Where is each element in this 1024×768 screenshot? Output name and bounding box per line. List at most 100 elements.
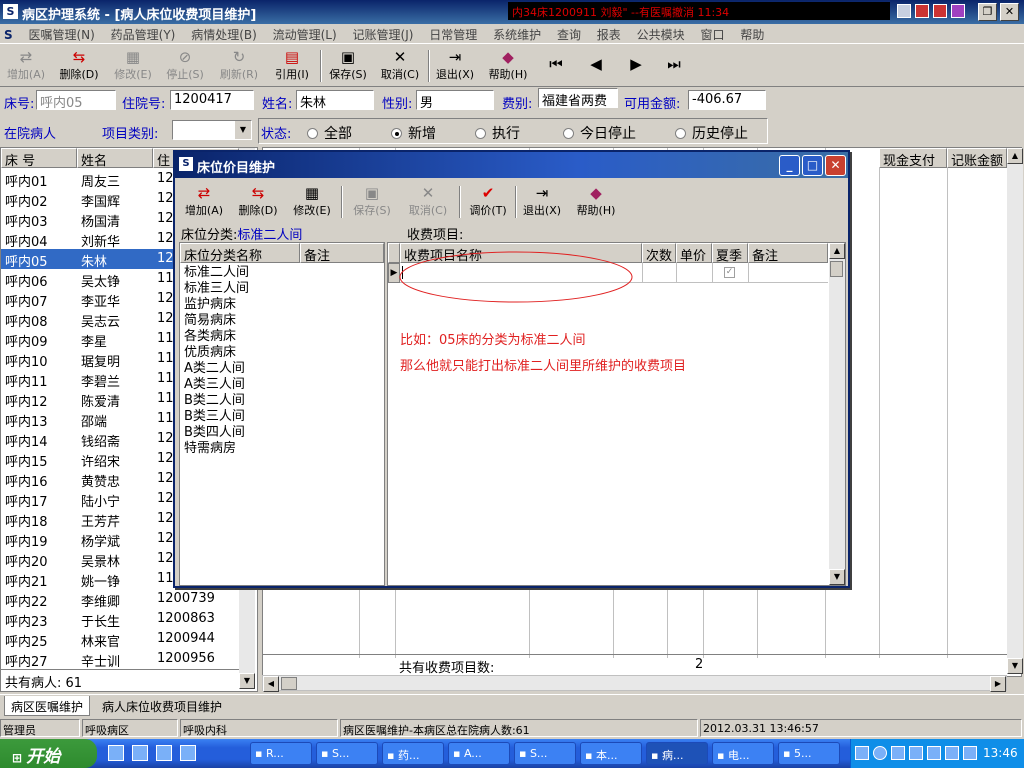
maximize-button[interactable]: □ (802, 155, 823, 176)
col-header-count[interactable]: 次数 (642, 243, 676, 263)
admission-field[interactable]: 1200417 (170, 90, 254, 110)
col-header-bed[interactable]: 床 号 (1, 148, 77, 168)
scroll-left-icon[interactable]: ◀ (263, 676, 279, 692)
col-header-cash[interactable]: 现金支付 (879, 148, 947, 168)
grid-hscrollbar[interactable]: ◀ ▶ (262, 675, 1007, 692)
bed-category-item[interactable]: 标准三人间 (184, 281, 249, 297)
dlg-price-button[interactable]: ✔ 调价(T) (465, 184, 511, 220)
tray-mail-icon[interactable] (891, 746, 905, 760)
menu-item[interactable]: 药品管理(Y) (105, 24, 182, 43)
radio-execute[interactable]: 执行 (475, 123, 520, 143)
grid-vscrollbar[interactable]: ▲ ▼ (1007, 148, 1023, 674)
bed-category-item[interactable]: A类二人间 (184, 361, 245, 377)
bed-category-item[interactable]: B类二人间 (184, 393, 245, 409)
help-button[interactable]: ◆ 帮助(H) (486, 48, 530, 84)
patient-row[interactable]: 呼内27 辛士训 1200956 (1, 649, 239, 670)
dlg-delete-button[interactable]: ⇆ 删除(D) (235, 184, 281, 220)
menu-item[interactable]: 病情处理(B) (185, 24, 263, 43)
dlg-help-button[interactable]: ◆ 帮助(H) (573, 184, 619, 220)
bed-category-item[interactable]: 各类病床 (184, 329, 236, 345)
bed-category-item[interactable]: 优质病床 (184, 345, 236, 361)
taskbar-task[interactable]: ▪ 电... (712, 742, 774, 765)
taskbar-task[interactable]: ▪ 本... (580, 742, 642, 765)
menu-item[interactable]: 帮助 (734, 24, 770, 43)
cite-button[interactable]: ▤ 引用(I) (270, 48, 314, 84)
scroll-down-icon[interactable]: ▼ (829, 569, 845, 585)
quicklaunch-icon[interactable] (132, 745, 148, 761)
menu-item[interactable]: 查询 (551, 24, 587, 43)
menu-item[interactable]: 窗口 (694, 24, 730, 43)
bed-category-item[interactable]: 简易病床 (184, 313, 236, 329)
quicklaunch-icon[interactable] (156, 745, 172, 761)
col-header-category[interactable]: 床位分类名称 (180, 243, 300, 263)
tray-mail-icon[interactable] (945, 746, 959, 760)
taskbar-task[interactable]: ▪ A... (448, 742, 510, 765)
radio-new[interactable]: 新增 (391, 123, 436, 143)
dlg-save-button[interactable]: ▣ 保存(S) (347, 184, 397, 220)
bed-category-item[interactable]: A类三人间 (184, 377, 245, 393)
bed-category-item[interactable]: 监护病床 (184, 297, 236, 313)
scroll-up-icon[interactable]: ▲ (1007, 148, 1023, 164)
col-header-price[interactable]: 单价 (676, 243, 712, 263)
radio-stopped-today[interactable]: 今日停止 (563, 123, 636, 143)
patient-row[interactable]: 呼内23 于长生 1200863 (1, 609, 239, 630)
alarm-icon[interactable] (933, 4, 947, 18)
hscroll-thumb[interactable] (281, 677, 297, 690)
prev-record-button[interactable]: ◀ (586, 55, 606, 91)
menu-item[interactable]: 流动管理(L) (267, 24, 343, 43)
tray-expand-icon[interactable] (873, 746, 887, 760)
close-alert-icon[interactable] (951, 4, 965, 18)
stop-icon[interactable] (915, 4, 929, 18)
tab-bed-fee-maintenance[interactable]: 病人床位收费项目维护 (96, 696, 228, 716)
exit-button[interactable]: ⇥ 退出(X) (432, 48, 478, 84)
stop-button[interactable]: ⊘ 停止(S) (162, 48, 208, 84)
balance-field[interactable]: -406.67 (688, 90, 766, 110)
menu-item[interactable]: 记账管理(J) (347, 24, 420, 43)
scroll-thumb[interactable] (830, 261, 843, 277)
taskbar-task[interactable]: ▪ 5... (778, 742, 840, 765)
name-field[interactable]: 朱林 (296, 90, 374, 110)
dlg-cancel-button[interactable]: ✕ 取消(C) (403, 184, 453, 220)
scroll-down-icon[interactable]: ▼ (1007, 658, 1023, 674)
summer-checkbox[interactable]: ✓ (724, 267, 735, 278)
scroll-down-icon[interactable]: ▼ (239, 673, 255, 689)
tab-order-maintenance[interactable]: 病区医嘱维护 (4, 696, 91, 716)
bed-category-item[interactable]: B类四人间 (184, 425, 245, 441)
fee-type-field[interactable]: 福建省两费 (538, 88, 618, 108)
patient-row[interactable]: 呼内25 林来官 1200944 (1, 629, 239, 650)
bed-category-item[interactable]: B类三人间 (184, 409, 245, 425)
menu-item[interactable]: 日常管理 (423, 24, 483, 43)
bed-category-item[interactable]: 特需病房 (184, 441, 236, 457)
dlg-exit-button[interactable]: ⇥ 退出(X) (519, 184, 565, 220)
taskbar-task[interactable]: ▪ R... (250, 742, 312, 765)
dlg-edit-button[interactable]: ▦ 修改(E) (289, 184, 335, 220)
bed-field[interactable]: 呼内05 (36, 90, 116, 110)
category-select[interactable]: ▼ (172, 120, 252, 140)
menu-item[interactable]: 系统维护 (487, 24, 547, 43)
col-header-remark[interactable]: 备注 (300, 243, 384, 263)
scroll-up-icon[interactable]: ▲ (829, 243, 845, 259)
delete-button[interactable]: ⇆ 删除(D) (56, 48, 102, 84)
tray-network-icon[interactable] (963, 746, 977, 760)
dlg-add-button[interactable]: ⇄ 增加(A) (181, 184, 227, 220)
col-header-fee-remark[interactable]: 备注 (748, 243, 828, 263)
col-header-name[interactable]: 姓名 (77, 148, 153, 168)
taskbar-task[interactable]: ▪ 病... (646, 742, 708, 765)
mail-icon[interactable] (897, 4, 911, 18)
menu-item[interactable]: 医嘱管理(N) (22, 24, 100, 43)
taskbar-task[interactable]: ▪ 药... (382, 742, 444, 765)
dialog-grid-scrollbar[interactable]: ▲ ▼ (829, 243, 845, 585)
bed-category-item[interactable]: 标准二人间 (184, 265, 249, 281)
cancel-button[interactable]: ✕ 取消(C) (378, 48, 422, 84)
tray-mail-icon[interactable] (927, 746, 941, 760)
ie-icon[interactable] (108, 745, 124, 761)
first-record-button[interactable]: ⏮ (546, 55, 566, 91)
edit-button[interactable]: ▦ 修改(E) (110, 48, 156, 84)
next-record-button[interactable]: ▶ (626, 55, 646, 91)
minimize-button[interactable]: _ (779, 155, 800, 176)
col-header-account[interactable]: 记账金额 (947, 148, 1007, 168)
tray-mail-icon[interactable] (909, 746, 923, 760)
taskbar-task[interactable]: ▪ S... (514, 742, 576, 765)
menu-item[interactable]: 报表 (591, 24, 627, 43)
tray-keyboard-icon[interactable] (855, 746, 869, 760)
